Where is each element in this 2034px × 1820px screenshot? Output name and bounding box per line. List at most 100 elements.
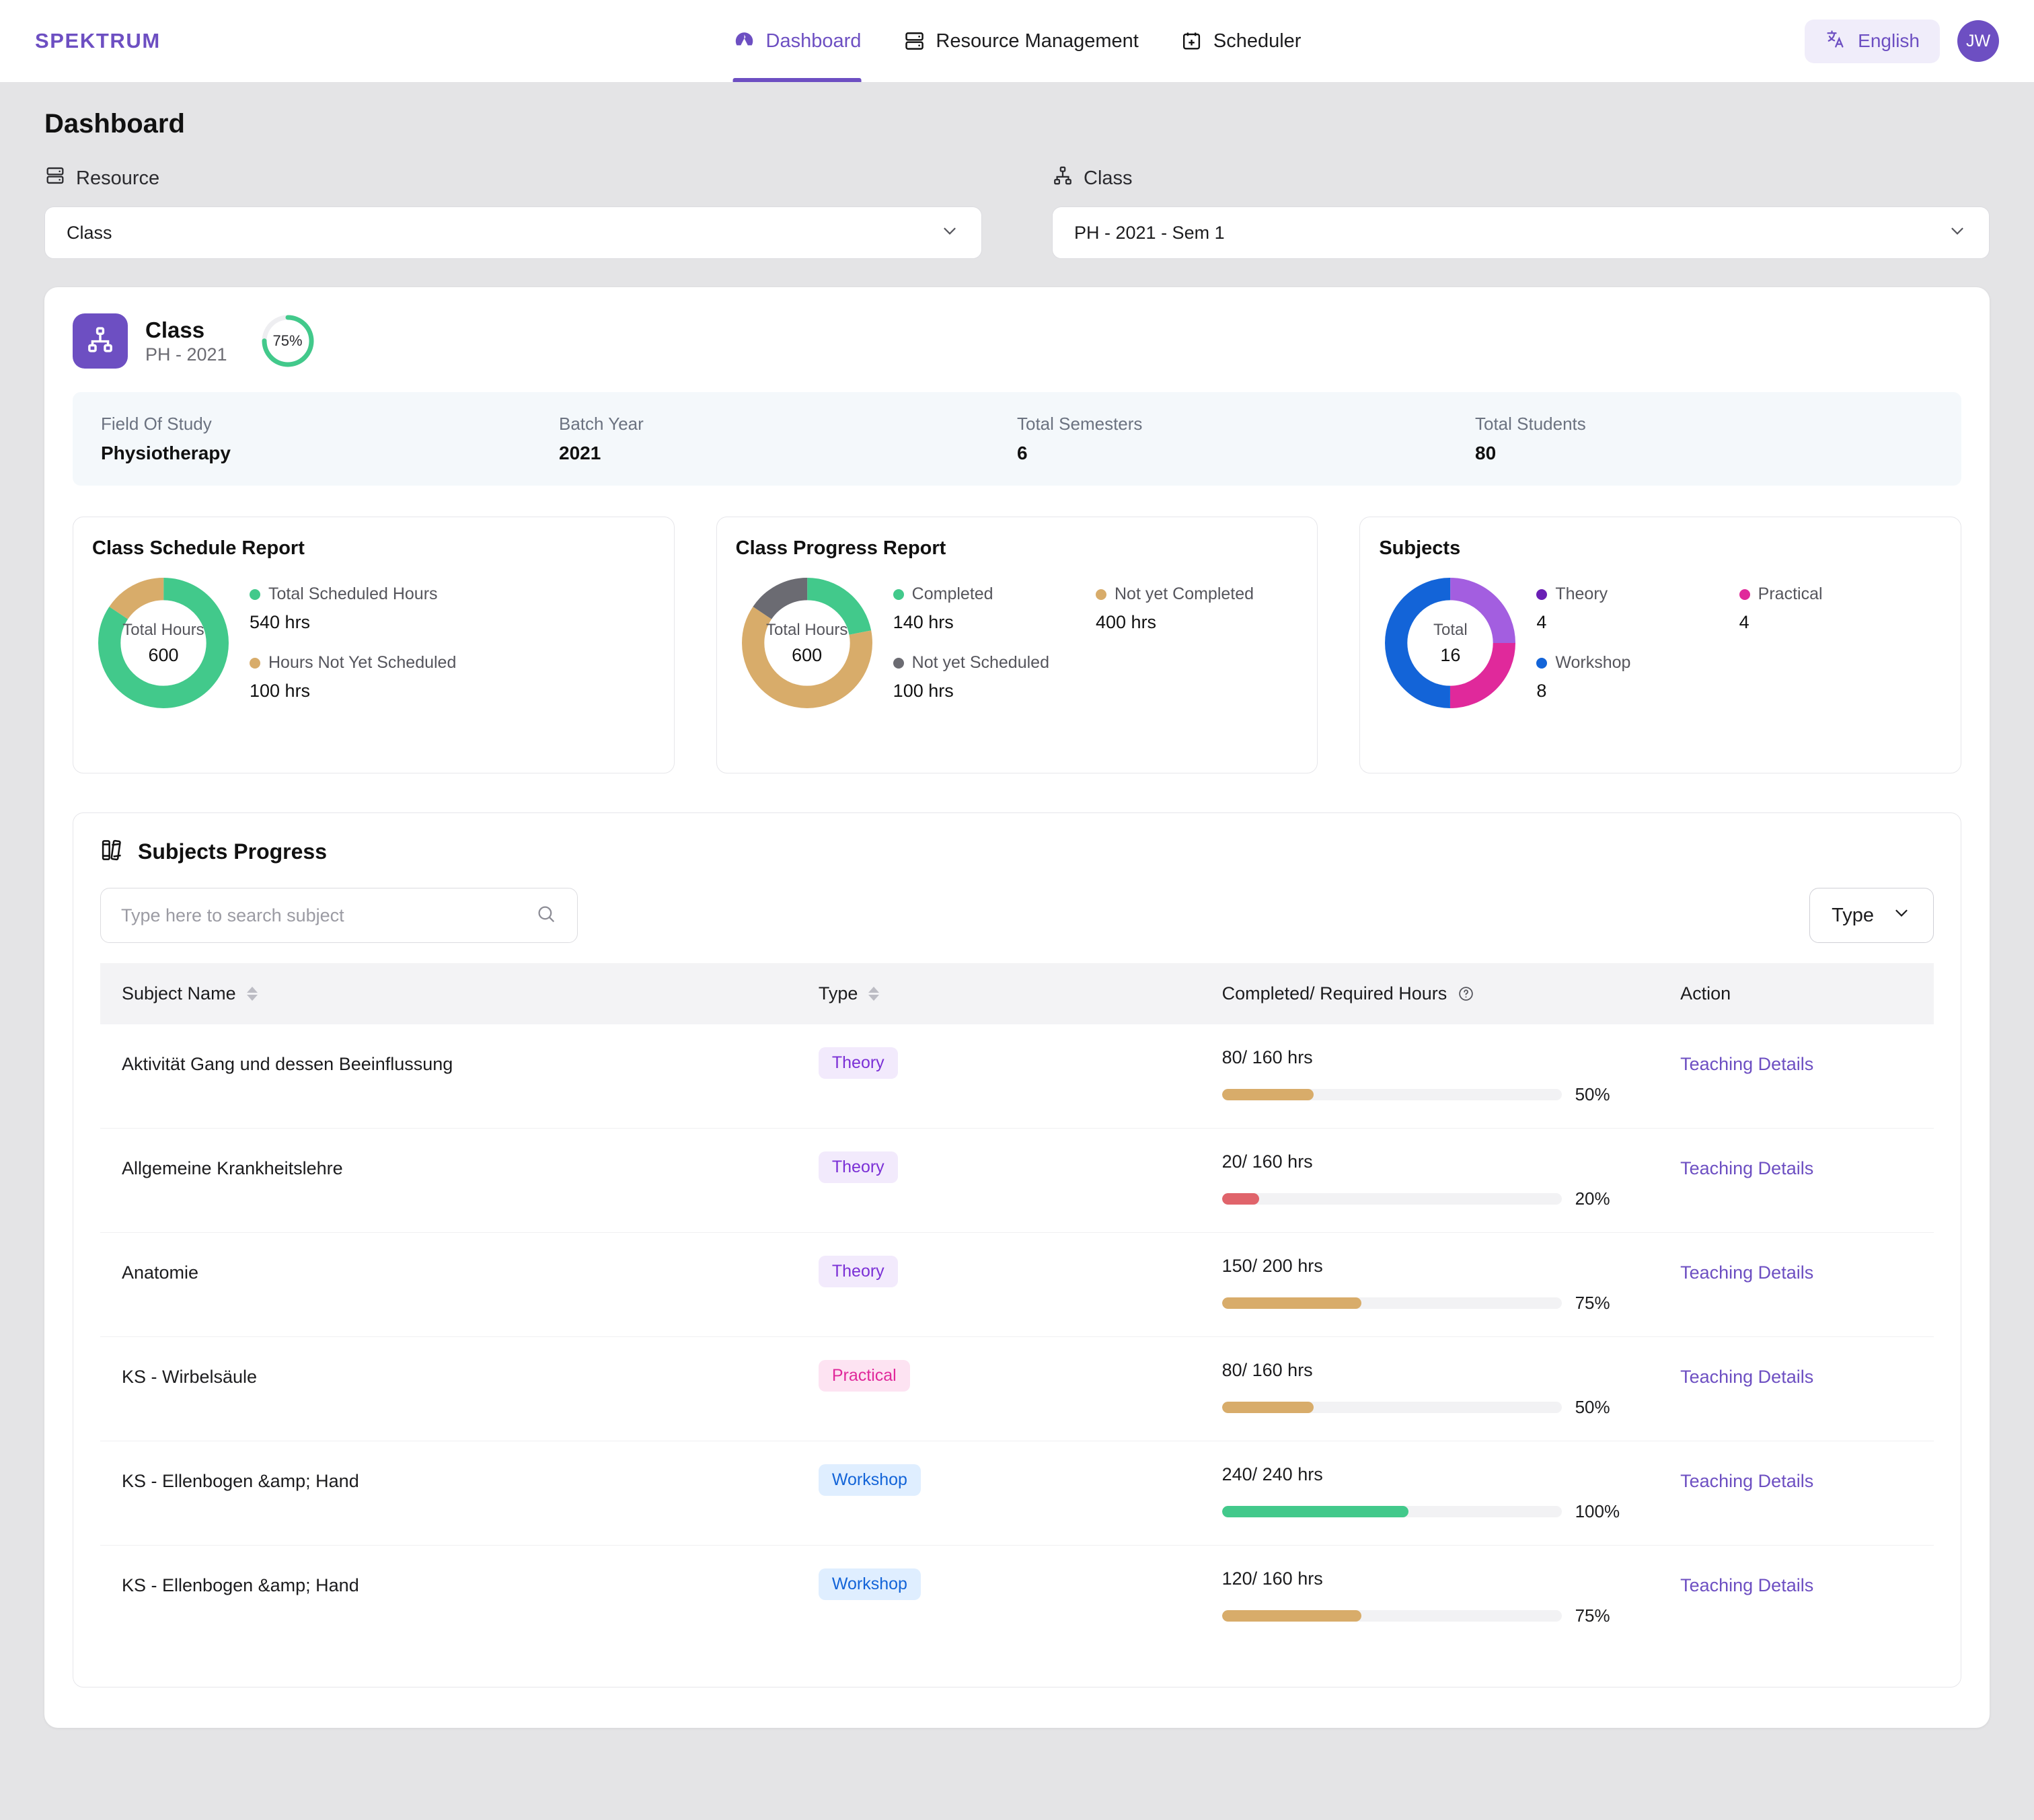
search-box[interactable]: [100, 888, 578, 943]
cell-hours: 240/ 240 hrs 100%: [1200, 1441, 1659, 1546]
nav-label-dashboard: Dashboard: [765, 30, 862, 52]
search-icon[interactable]: [535, 903, 557, 928]
calendar-plus-icon: [1180, 30, 1203, 52]
cell-type: Theory: [796, 1128, 1201, 1233]
teaching-details-link[interactable]: Teaching Details: [1680, 1151, 1813, 1179]
legend-dot: [893, 657, 904, 669]
subjects-donut-chart: Total 16: [1379, 572, 1521, 714]
cell-type: Workshop: [797, 1546, 1201, 1650]
info-total-semesters: Total Semesters 6: [1017, 414, 1475, 464]
legend-value: 100 hrs: [250, 681, 311, 701]
subject-name: KS - Ellenbogen &amp; Hand: [122, 1575, 359, 1595]
legend-item: Total Scheduled Hours 540 hrs: [250, 584, 655, 633]
progress-percent: 50%: [1575, 1084, 1610, 1104]
legend-label: Theory: [1555, 584, 1608, 603]
report-cards: Class Schedule Report Total Hours 600 To…: [73, 517, 1962, 773]
cell-type: Theory: [796, 1024, 1201, 1129]
teaching-details-link[interactable]: Teaching Details: [1680, 1464, 1813, 1492]
cell-action: Teaching Details: [1659, 1024, 1934, 1129]
status-badge: Theory: [818, 1151, 898, 1183]
info-label: Field Of Study: [101, 414, 212, 434]
books-icon: [100, 837, 126, 866]
language-selector[interactable]: English: [1805, 19, 1940, 63]
subjects-progress-toolbar: Type: [100, 888, 1934, 943]
class-schedule-report-card: Class Schedule Report Total Hours 600 To…: [73, 517, 675, 773]
type-filter-dropdown[interactable]: Type: [1809, 888, 1934, 943]
legend-dot: [250, 589, 260, 600]
donut-center-value: 16: [1440, 644, 1461, 665]
progress-bar-fill: [1221, 1193, 1260, 1205]
server-icon: [44, 165, 66, 192]
top-right-actions: English JW: [1805, 19, 1999, 63]
sort-toggle-icon[interactable]: [868, 987, 880, 1001]
status-badge: Theory: [818, 1047, 898, 1079]
column-header-subject-name[interactable]: Subject Name: [100, 963, 797, 1024]
table-header-row: Subject Name Type Completed/ Required Ho…: [100, 963, 1934, 1024]
nav-item-dashboard[interactable]: Dashboard: [732, 0, 862, 82]
progress-percent: 75%: [1575, 1293, 1610, 1313]
dashboard-panel: Class PH - 2021 75% Field Of Study Physi…: [44, 287, 1990, 1728]
status-badge: Theory: [818, 1256, 898, 1287]
progress-percent: 20%: [1575, 1188, 1610, 1209]
help-circle-icon[interactable]: [1458, 985, 1474, 1002]
subject-name: KS - Ellenbogen &amp; Hand: [122, 1471, 359, 1491]
cell-type: Theory: [796, 1232, 1201, 1337]
progress-legend: Completed 140 hrs Not yet Completed 400 …: [893, 584, 1299, 702]
column-label: Type: [818, 983, 858, 1003]
legend-item: Completed 140 hrs: [893, 584, 1096, 633]
avatar[interactable]: JW: [1957, 20, 1999, 62]
progress-bar-fill: [1221, 1089, 1314, 1100]
teaching-details-link[interactable]: Teaching Details: [1680, 1568, 1813, 1596]
legend-dot: [250, 657, 260, 669]
class-select[interactable]: PH - 2021 - Sem 1: [1052, 206, 1990, 259]
cell-type: Practical: [796, 1336, 1201, 1441]
legend-label: Hours Not Yet Scheduled: [268, 653, 457, 672]
donut-center-value: 600: [792, 644, 823, 665]
subject-name: Allgemeine Krankheitslehre: [122, 1158, 343, 1178]
nav-item-scheduler[interactable]: Scheduler: [1180, 0, 1302, 82]
legend-dot: [893, 589, 904, 600]
resource-filter-label: Resource: [44, 165, 982, 192]
progress-bar-track: [1221, 1193, 1562, 1205]
type-filter-label: Type: [1832, 904, 1874, 926]
cell-subject-name: KS - Wirbelsäule: [100, 1336, 797, 1441]
language-label: English: [1858, 30, 1920, 51]
resource-select[interactable]: Class: [44, 206, 982, 259]
teaching-details-link[interactable]: Teaching Details: [1680, 1256, 1813, 1283]
table-row: Allgemeine Krankheitslehre Theory 20/ 160 …: [100, 1128, 1934, 1233]
hierarchy-icon: [85, 325, 115, 358]
subjects-progress-header: Subjects Progress: [100, 837, 1934, 866]
server-icon: [903, 30, 926, 52]
legend-item: Practical 4: [1739, 584, 1942, 633]
cell-action: Teaching Details: [1659, 1441, 1934, 1546]
status-badge: Practical: [818, 1360, 910, 1392]
sort-toggle-icon[interactable]: [246, 987, 258, 1001]
progress-bar-fill: [1221, 1297, 1361, 1309]
column-header-type[interactable]: Type: [796, 963, 1201, 1024]
translate-icon: [1825, 28, 1846, 54]
cell-hours: 80/ 160 hrs 50%: [1200, 1024, 1659, 1129]
subjects-report-card: Subjects Total 16 Theory 4 Practical 4 W…: [1359, 517, 1962, 773]
legend-label: Completed: [911, 584, 993, 603]
search-input[interactable]: [121, 905, 535, 926]
subjects-progress-section: Subjects Progress Type here to search su…: [73, 812, 1961, 1688]
legend-dot: [1096, 589, 1106, 600]
subjects-table-body: Aktivität Gang und dessen Beeinflussung T…: [100, 1024, 1934, 1649]
top-navigation-bar: SPEKTRUM Dashboard Resource Management S…: [0, 0, 2034, 82]
teaching-details-link[interactable]: Teaching Details: [1680, 1047, 1813, 1075]
nav-label-scheduler: Scheduler: [1213, 30, 1302, 52]
teaching-details-link[interactable]: Teaching Details: [1680, 1360, 1813, 1388]
legend-value: 8: [1536, 681, 1547, 701]
progress-percent: 50%: [1575, 1397, 1610, 1417]
card-title: Subjects: [1379, 537, 1461, 559]
info-label: Total Semesters: [1017, 414, 1143, 434]
info-value: 80: [1475, 443, 1497, 463]
cell-subject-name: Aktivität Gang und dessen Beeinflussung: [100, 1024, 797, 1129]
legend-label: Practical: [1758, 584, 1823, 603]
progress-percent: 75%: [1575, 1605, 1610, 1626]
class-title: Class: [145, 317, 205, 342]
nav-item-resource-management[interactable]: Resource Management: [903, 0, 1139, 82]
legend-item: Theory 4: [1536, 584, 1739, 633]
page-title: Dashboard: [44, 109, 185, 139]
class-subtitle: PH - 2021: [145, 344, 227, 365]
